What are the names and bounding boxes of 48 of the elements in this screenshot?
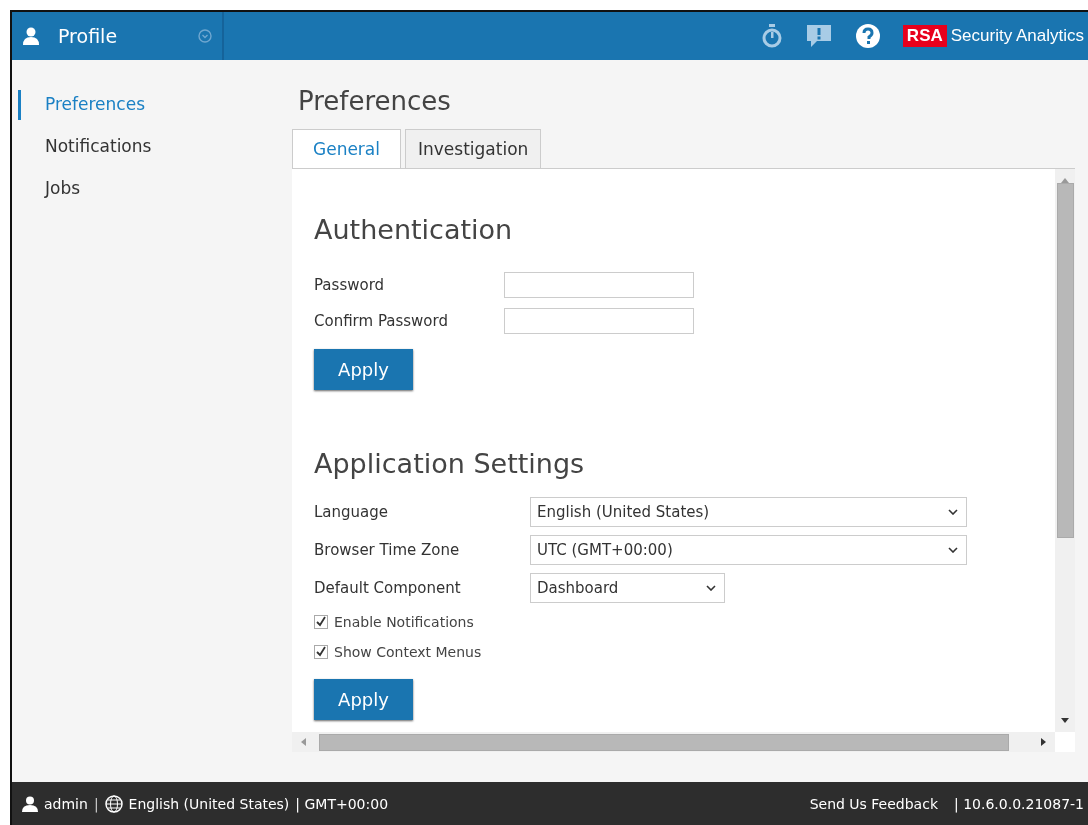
user-icon bbox=[22, 795, 38, 812]
field-label: Language bbox=[314, 503, 390, 521]
version-label: | 10.6.0.0.21087-1 bbox=[954, 795, 1084, 812]
select-field[interactable]: UTC (GMT+00:00) bbox=[530, 535, 967, 565]
caret-icon bbox=[948, 547, 958, 553]
language-label[interactable]: English (United States) bbox=[128, 795, 290, 812]
field-label: Browser Time Zone bbox=[314, 541, 461, 559]
caret-icon bbox=[706, 585, 716, 591]
checkbox[interactable] bbox=[314, 615, 328, 629]
select-field[interactable]: English (United States) bbox=[530, 497, 967, 527]
password-field[interactable] bbox=[504, 308, 694, 334]
section-heading: Authentication bbox=[314, 214, 514, 245]
field-label: Confirm Password bbox=[314, 312, 449, 330]
tab[interactable]: Investigation bbox=[405, 129, 542, 168]
select-field[interactable]: Dashboard bbox=[530, 573, 725, 603]
scroll-down-icon[interactable] bbox=[1060, 718, 1070, 724]
checkbox-label: Enable Notifications bbox=[334, 614, 474, 630]
checkbox[interactable] bbox=[314, 645, 328, 659]
password-field[interactable] bbox=[504, 272, 694, 298]
checkbox-label: Show Context Menus bbox=[334, 644, 482, 660]
vertical-scrollbar[interactable] bbox=[1055, 169, 1075, 732]
brand-name: Security Analytics bbox=[950, 26, 1084, 46]
sidebar-item[interactable]: Notifications bbox=[18, 132, 290, 162]
section-heading: Application Settings bbox=[314, 448, 586, 479]
horizontal-scrollbar[interactable] bbox=[292, 732, 1055, 752]
field-label: Password bbox=[314, 276, 386, 294]
comment-alert-icon[interactable] bbox=[804, 23, 833, 49]
scroll-left-icon[interactable] bbox=[300, 737, 306, 747]
scroll-right-icon[interactable] bbox=[1041, 737, 1047, 747]
apply-button[interactable]: Apply bbox=[314, 349, 413, 390]
caret-icon bbox=[948, 509, 958, 515]
field-label: Default Component bbox=[314, 579, 462, 597]
stopwatch-icon[interactable] bbox=[760, 24, 783, 48]
sidebar-item[interactable]: Preferences bbox=[18, 90, 290, 120]
separator: | bbox=[93, 795, 99, 812]
brand-logo: RSA bbox=[902, 25, 947, 47]
timezone-label: | GMT+00:00 bbox=[295, 795, 389, 812]
sidebar-item[interactable]: Jobs bbox=[18, 174, 290, 204]
username[interactable]: admin bbox=[44, 795, 88, 812]
tab[interactable]: General bbox=[292, 129, 401, 169]
page-title: Profile bbox=[58, 25, 119, 47]
section-title: Preferences bbox=[298, 86, 452, 116]
apply-button[interactable]: Apply bbox=[314, 679, 413, 720]
dropdown-icon[interactable] bbox=[198, 29, 212, 43]
globe-icon[interactable] bbox=[104, 794, 123, 813]
help-icon[interactable] bbox=[854, 23, 881, 49]
feedback-link[interactable]: Send Us Feedback bbox=[809, 795, 938, 812]
user-icon bbox=[22, 27, 40, 45]
